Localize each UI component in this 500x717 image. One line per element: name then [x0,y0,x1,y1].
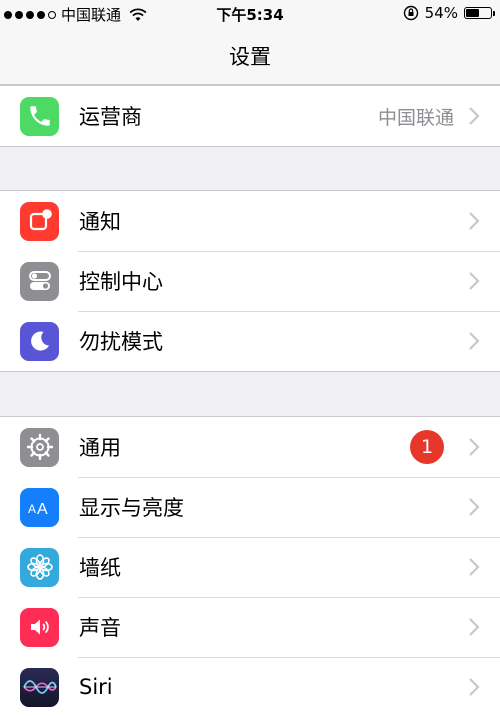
siri-icon [20,667,59,707]
chevron-right-icon [469,332,480,350]
settings-group-general: 通用 1 A A 显示与亮度 墙纸 声音 Siri [0,416,500,717]
chevron-right-icon [469,438,480,456]
wallpaper-icon [20,547,59,587]
chevron-right-icon [469,212,480,230]
settings-group-notifications: 通知 控制中心 勿扰模式 [0,190,500,372]
update-badge: 1 [410,430,444,464]
settings-row-siri[interactable]: Siri [0,657,500,717]
settings-row-control-center[interactable]: 控制中心 [0,251,500,311]
chevron-right-icon [469,618,480,636]
moon-icon [20,321,59,361]
settings-row-label: 通用 [79,436,121,460]
status-bar-right: 54% [403,4,495,22]
settings-row-label: 勿扰模式 [79,330,163,354]
settings-row-label: 声音 [79,616,121,640]
settings-row-do-not-disturb[interactable]: 勿扰模式 [0,311,500,371]
display-brightness-icon: A A [20,487,59,527]
svg-text:A: A [28,502,36,516]
settings-row-notifications[interactable]: 通知 [0,191,500,251]
battery-icon [464,7,495,19]
chevron-right-icon [469,107,480,125]
settings-row-label: 运营商 [79,105,142,129]
settings-row-carrier[interactable]: 运营商 中国联通 [0,86,500,146]
control-center-icon [20,261,59,301]
settings-row-label: 通知 [79,210,121,234]
settings-row-label: 控制中心 [79,270,163,294]
sound-icon [20,607,59,647]
settings-group-carrier: 运营商 中国联通 [0,85,500,147]
phone-icon [20,96,59,136]
battery-percent: 54% [424,4,458,22]
chevron-right-icon [469,678,480,696]
chevron-right-icon [469,558,480,576]
page-title: 设置 [229,45,271,69]
svg-text:A: A [37,501,48,518]
chevron-right-icon [469,498,480,516]
carrier-value: 中国联通 [377,106,454,129]
gear-icon [20,427,59,467]
status-bar: 中国联通 下午5:34 54% [0,0,500,28]
settings-row-label: 墙纸 [79,556,121,580]
orientation-lock-icon [403,5,418,21]
settings-row-label: Siri [79,675,113,699]
settings-row-wallpaper[interactable]: 墙纸 [0,537,500,597]
settings-row-display-brightness[interactable]: A A 显示与亮度 [0,477,500,537]
chevron-right-icon [469,272,480,290]
settings-row-general[interactable]: 通用 1 [0,417,500,477]
notifications-icon [20,201,59,241]
settings-row-label: 显示与亮度 [79,496,184,520]
navigation-bar: 设置 [0,28,500,85]
settings-row-sounds[interactable]: 声音 [0,597,500,657]
